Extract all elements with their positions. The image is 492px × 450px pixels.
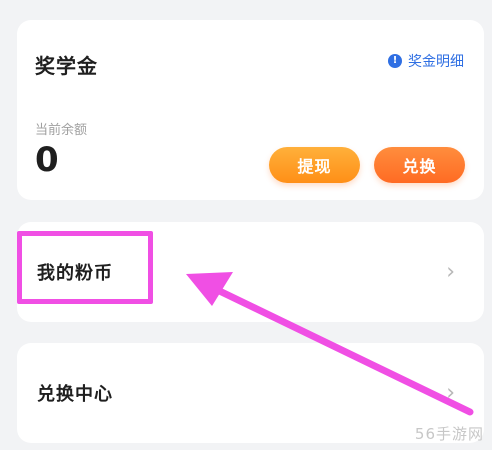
watermark: 56手游网 <box>414 425 484 443</box>
pointer-arrow-icon <box>186 272 474 416</box>
